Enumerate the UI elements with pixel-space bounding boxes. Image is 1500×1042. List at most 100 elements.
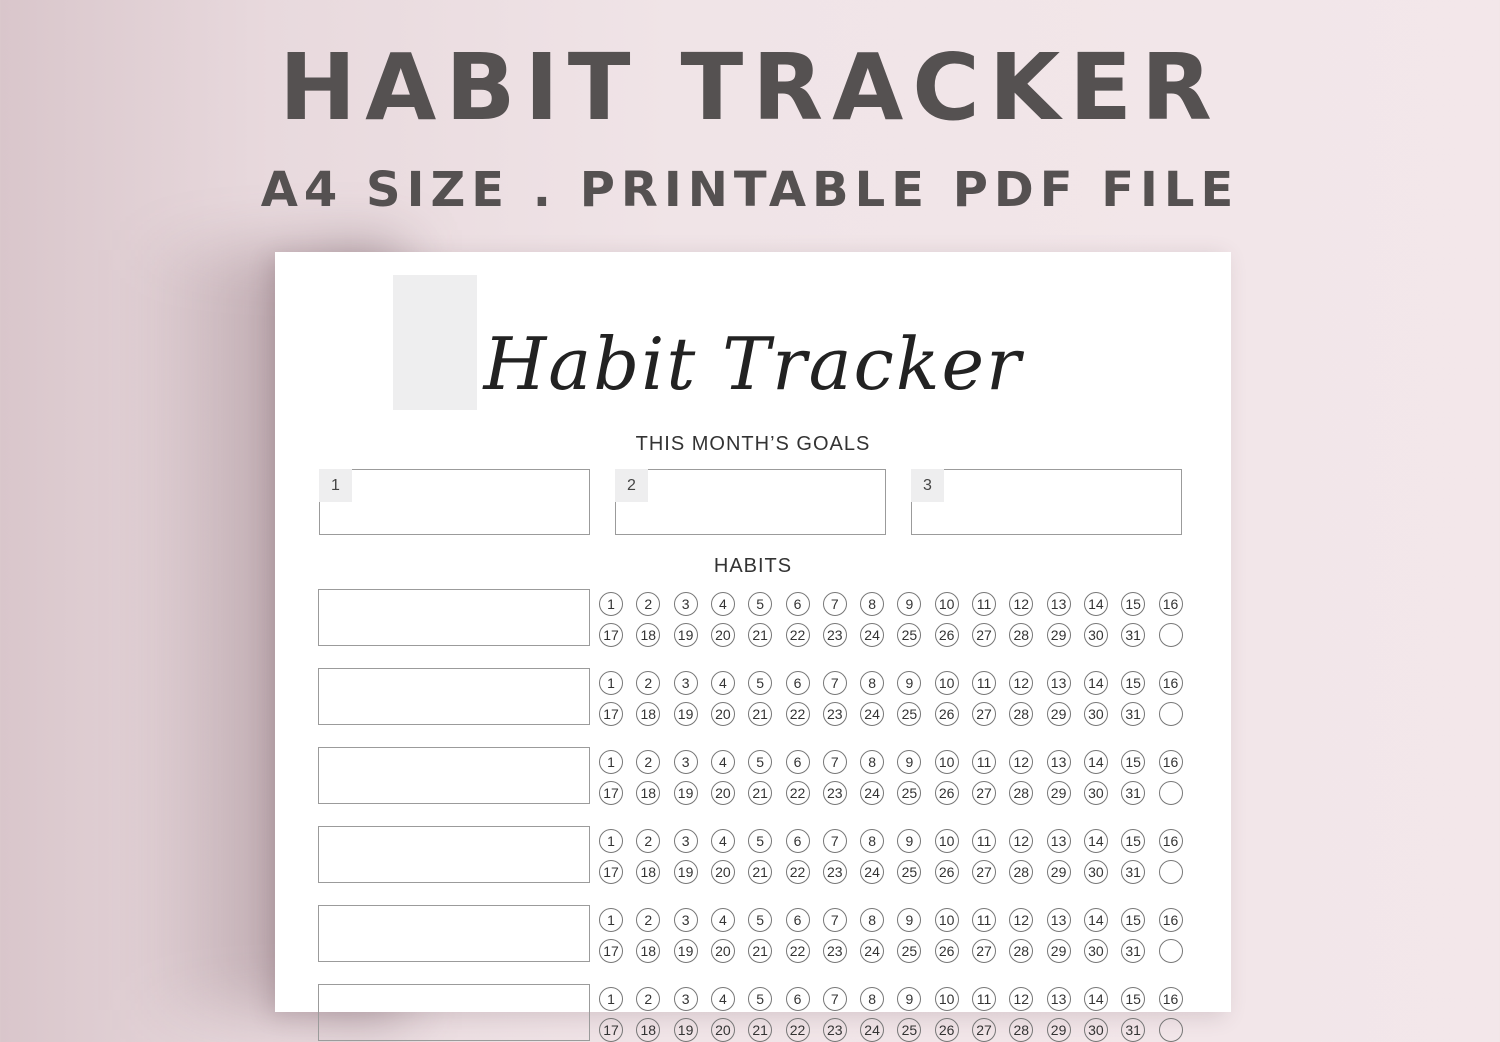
day-circle[interactable]: 11 — [972, 987, 996, 1011]
day-circle[interactable]: 29 — [1046, 781, 1071, 805]
day-circle[interactable]: 3 — [673, 592, 698, 616]
day-circle[interactable]: 3 — [673, 750, 698, 774]
day-circle[interactable]: 14 — [1083, 592, 1108, 616]
day-circle[interactable]: 21 — [748, 623, 773, 647]
day-circle[interactable]: 14 — [1083, 987, 1108, 1011]
day-circle[interactable]: 23 — [822, 702, 847, 726]
day-circle[interactable]: 7 — [822, 829, 847, 853]
habit-name-field[interactable] — [318, 589, 590, 646]
day-circle[interactable]: 11 — [972, 829, 996, 853]
day-circle[interactable]: 14 — [1083, 829, 1108, 853]
day-circle[interactable]: 31 — [1121, 860, 1146, 884]
day-circle[interactable]: 30 — [1083, 1018, 1108, 1042]
day-circle[interactable]: 31 — [1121, 939, 1146, 963]
day-circle[interactable]: 8 — [860, 750, 885, 774]
day-circle[interactable]: 22 — [785, 860, 810, 884]
day-circle[interactable]: 18 — [636, 781, 661, 805]
habit-name-field[interactable] — [318, 905, 590, 962]
day-circle[interactable]: 23 — [822, 1018, 847, 1042]
day-circle[interactable]: 9 — [897, 908, 922, 932]
day-circle[interactable]: 21 — [748, 702, 773, 726]
day-circle[interactable]: 10 — [934, 908, 959, 932]
day-circle[interactable]: 26 — [934, 939, 959, 963]
day-circle[interactable]: 17 — [599, 623, 623, 647]
day-circle[interactable]: 5 — [748, 750, 773, 774]
day-circle[interactable]: 13 — [1046, 750, 1071, 774]
day-circle[interactable]: 20 — [710, 1018, 735, 1042]
day-circle[interactable]: 17 — [599, 939, 623, 963]
day-circle[interactable]: 19 — [673, 702, 698, 726]
day-circle[interactable]: 10 — [934, 592, 959, 616]
day-circle[interactable]: 26 — [934, 781, 959, 805]
day-circle[interactable]: 24 — [860, 1018, 885, 1042]
day-circle[interactable]: 7 — [822, 750, 847, 774]
day-circle[interactable]: 22 — [785, 623, 810, 647]
day-circle[interactable]: 1 — [599, 592, 623, 616]
day-circle[interactable]: 3 — [673, 987, 698, 1011]
day-circle[interactable]: 28 — [1009, 1018, 1034, 1042]
day-circle[interactable]: 18 — [636, 702, 661, 726]
day-circle[interactable]: 24 — [860, 702, 885, 726]
day-circle[interactable]: 14 — [1083, 750, 1108, 774]
day-circle[interactable]: 5 — [748, 829, 773, 853]
day-circle[interactable]: 20 — [710, 781, 735, 805]
day-circle[interactable]: 21 — [748, 781, 773, 805]
day-circle[interactable]: 8 — [860, 592, 885, 616]
day-circle[interactable]: 12 — [1009, 671, 1034, 695]
day-circle[interactable]: 24 — [860, 623, 885, 647]
day-circle[interactable]: 24 — [860, 860, 885, 884]
day-circle[interactable]: 10 — [934, 671, 959, 695]
day-circle[interactable]: 15 — [1121, 750, 1146, 774]
day-circle[interactable]: 28 — [1009, 623, 1034, 647]
day-circle-blank[interactable] — [1158, 623, 1183, 647]
day-circle[interactable]: 22 — [785, 781, 810, 805]
day-circle[interactable]: 29 — [1046, 860, 1071, 884]
day-circle[interactable]: 20 — [710, 623, 735, 647]
day-circle[interactable]: 18 — [636, 623, 661, 647]
day-circle[interactable]: 6 — [785, 829, 810, 853]
day-circle[interactable]: 20 — [710, 702, 735, 726]
day-circle[interactable]: 2 — [636, 829, 661, 853]
day-circle[interactable]: 22 — [785, 1018, 810, 1042]
day-circle[interactable]: 13 — [1046, 829, 1071, 853]
day-circle-blank[interactable] — [1158, 860, 1183, 884]
day-circle[interactable]: 7 — [822, 671, 847, 695]
day-circle[interactable]: 2 — [636, 750, 661, 774]
day-circle[interactable]: 14 — [1083, 671, 1108, 695]
day-circle[interactable]: 6 — [785, 908, 810, 932]
day-circle[interactable]: 2 — [636, 671, 661, 695]
day-circle[interactable]: 27 — [972, 702, 996, 726]
habit-name-field[interactable] — [318, 984, 590, 1041]
day-circle[interactable]: 16 — [1158, 987, 1183, 1011]
day-circle[interactable]: 5 — [748, 987, 773, 1011]
day-circle[interactable]: 25 — [897, 1018, 922, 1042]
day-circle[interactable]: 9 — [897, 987, 922, 1011]
day-circle[interactable]: 31 — [1121, 623, 1146, 647]
day-circle[interactable]: 1 — [599, 750, 623, 774]
day-circle[interactable]: 9 — [897, 829, 922, 853]
day-circle[interactable]: 16 — [1158, 592, 1183, 616]
day-circle[interactable]: 22 — [785, 702, 810, 726]
day-circle[interactable]: 23 — [822, 623, 847, 647]
day-circle[interactable]: 13 — [1046, 592, 1071, 616]
day-circle[interactable]: 6 — [785, 671, 810, 695]
day-circle[interactable]: 30 — [1083, 623, 1108, 647]
day-circle[interactable]: 21 — [748, 939, 773, 963]
day-circle[interactable]: 11 — [972, 750, 996, 774]
day-circle[interactable]: 2 — [636, 592, 661, 616]
day-circle[interactable]: 4 — [710, 829, 735, 853]
day-circle[interactable]: 6 — [785, 592, 810, 616]
day-circle[interactable]: 18 — [636, 939, 661, 963]
day-circle[interactable]: 16 — [1158, 750, 1183, 774]
day-circle[interactable]: 26 — [934, 860, 959, 884]
day-circle[interactable]: 24 — [860, 939, 885, 963]
day-circle[interactable]: 3 — [673, 671, 698, 695]
day-circle[interactable]: 15 — [1121, 908, 1146, 932]
day-circle[interactable]: 23 — [822, 860, 847, 884]
day-circle[interactable]: 18 — [636, 860, 661, 884]
day-circle[interactable]: 21 — [748, 860, 773, 884]
day-circle[interactable]: 13 — [1046, 987, 1071, 1011]
day-circle[interactable]: 7 — [822, 592, 847, 616]
day-circle-blank[interactable] — [1158, 781, 1183, 805]
day-circle[interactable]: 19 — [673, 623, 698, 647]
